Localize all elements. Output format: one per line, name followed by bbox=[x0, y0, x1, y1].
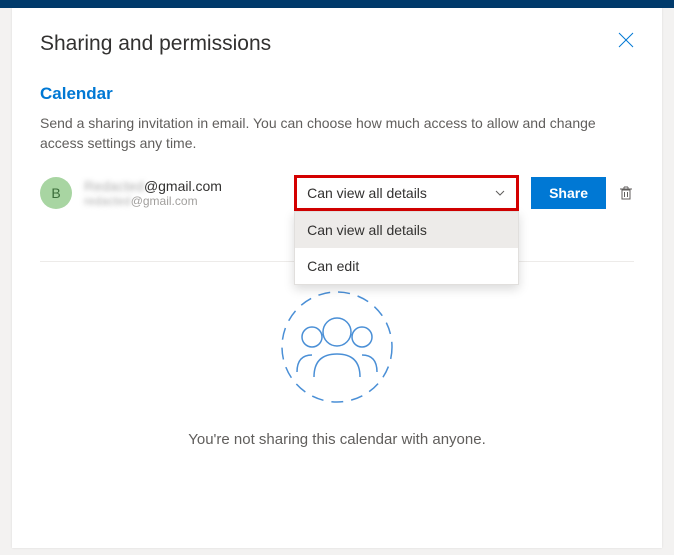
invite-row: B Redacted@gmail.com redacted@gmail.com … bbox=[40, 175, 634, 211]
sharing-panel: Sharing and permissions Calendar Send a … bbox=[12, 8, 662, 548]
empty-state: You're not sharing this calendar with an… bbox=[40, 282, 634, 448]
calendar-name: Calendar bbox=[40, 84, 634, 104]
remove-button[interactable] bbox=[618, 185, 634, 201]
user-secondary-email: redacted@gmail.com bbox=[84, 194, 282, 208]
share-button[interactable]: Share bbox=[531, 177, 606, 209]
trash-icon bbox=[618, 185, 634, 201]
panel-description: Send a sharing invitation in email. You … bbox=[40, 114, 634, 153]
close-icon bbox=[618, 32, 634, 48]
permission-option-view-all[interactable]: Can view all details bbox=[295, 212, 518, 248]
avatar-initial: B bbox=[51, 185, 60, 201]
permission-option-edit[interactable]: Can edit bbox=[295, 248, 518, 284]
people-illustration bbox=[272, 282, 402, 412]
permission-dropdown-wrap: Can view all details Can view all detail… bbox=[294, 175, 519, 211]
panel-title: Sharing and permissions bbox=[40, 32, 634, 56]
permission-selected: Can view all details bbox=[307, 185, 427, 201]
avatar: B bbox=[40, 177, 72, 209]
empty-message: You're not sharing this calendar with an… bbox=[40, 431, 634, 448]
user-primary-email: Redacted@gmail.com bbox=[84, 178, 282, 194]
close-button[interactable] bbox=[618, 32, 634, 53]
permission-dropdown-menu: Can view all details Can edit bbox=[294, 211, 519, 285]
user-info: Redacted@gmail.com redacted@gmail.com bbox=[84, 178, 282, 208]
app-topbar bbox=[0, 0, 674, 8]
chevron-down-icon bbox=[494, 187, 506, 199]
permission-dropdown[interactable]: Can view all details bbox=[294, 175, 519, 211]
